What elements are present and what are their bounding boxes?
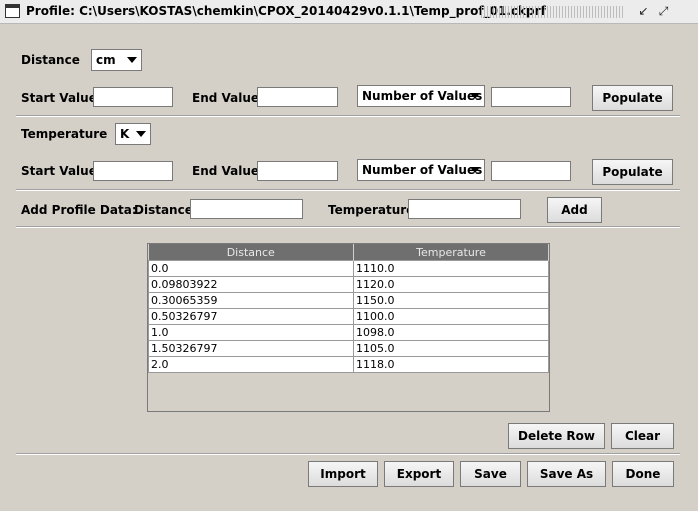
window-icon — [5, 4, 20, 18]
separator — [16, 115, 680, 117]
cell-temperature[interactable]: 1098.0 — [353, 324, 549, 341]
distance-end-label: End Value: — [192, 91, 264, 105]
temperature-unit-value: K — [120, 127, 130, 141]
distance-mode-value: Number of Values — [362, 89, 483, 103]
temperature-start-label: Start Value: — [21, 164, 102, 178]
table-row[interactable]: 2.0 1118.0 — [148, 356, 549, 373]
cell-temperature[interactable]: 1105.0 — [353, 340, 549, 357]
import-button[interactable]: Import — [308, 461, 378, 487]
cell-distance[interactable]: 0.50326797 — [148, 308, 354, 325]
separator — [16, 226, 680, 228]
column-header-distance[interactable]: Distance — [148, 244, 354, 261]
cell-distance[interactable]: 1.0 — [148, 324, 354, 341]
table-row[interactable]: 0.09803922 1120.0 — [148, 276, 549, 293]
table-row[interactable]: 1.0 1098.0 — [148, 324, 549, 341]
table-header-row: Distance Temperature — [148, 244, 549, 261]
maximize-icon[interactable]: ⤢ — [656, 4, 671, 19]
delete-row-button[interactable]: Delete Row — [508, 423, 605, 449]
clear-button[interactable]: Clear — [611, 423, 674, 449]
chevron-down-icon — [470, 93, 480, 99]
cell-distance[interactable]: 0.30065359 — [148, 292, 354, 309]
column-header-temperature[interactable]: Temperature — [353, 244, 549, 261]
title-bar-grip — [480, 6, 625, 18]
distance-mode-dropdown[interactable]: Number of Values — [357, 85, 485, 107]
add-temperature-label: Temperature — [328, 203, 415, 217]
cell-temperature[interactable]: 1118.0 — [353, 356, 549, 373]
chevron-down-icon — [127, 57, 137, 63]
distance-end-input[interactable] — [257, 87, 338, 107]
window-title: Profile: C:\Users\KOSTAS\chemkin\CPOX_20… — [26, 4, 546, 18]
temperature-label: Temperature — [21, 127, 108, 141]
restore-icon[interactable]: ↙ — [636, 4, 651, 19]
temperature-unit-dropdown[interactable]: K — [115, 123, 151, 145]
temperature-mode-dropdown[interactable]: Number of Values — [357, 159, 485, 181]
chevron-down-icon — [470, 167, 480, 173]
cell-temperature[interactable]: 1100.0 — [353, 308, 549, 325]
cell-distance[interactable]: 2.0 — [148, 356, 354, 373]
table-row[interactable]: 1.50326797 1105.0 — [148, 340, 549, 357]
add-temperature-input[interactable] — [408, 199, 521, 219]
distance-unit-dropdown[interactable]: cm — [91, 49, 142, 71]
distance-label: Distance — [21, 53, 80, 67]
distance-populate-button[interactable]: Populate — [592, 85, 673, 111]
separator — [16, 189, 680, 191]
table-row[interactable]: 0.50326797 1100.0 — [148, 308, 549, 325]
cell-distance[interactable]: 0.0 — [148, 260, 354, 277]
title-bar: Profile: C:\Users\KOSTAS\chemkin\CPOX_20… — [0, 0, 698, 24]
table-row[interactable]: 0.0 1110.0 — [148, 260, 549, 277]
distance-count-input[interactable] — [491, 87, 571, 107]
temperature-start-input[interactable] — [93, 161, 173, 181]
profile-table[interactable]: Distance Temperature 0.0 1110.0 0.098039… — [147, 243, 550, 412]
cell-temperature[interactable]: 1150.0 — [353, 292, 549, 309]
table-row[interactable]: 0.30065359 1150.0 — [148, 292, 549, 309]
cell-distance[interactable]: 1.50326797 — [148, 340, 354, 357]
temperature-end-label: End Value: — [192, 164, 264, 178]
separator — [16, 453, 680, 455]
distance-unit-value: cm — [96, 53, 116, 67]
temperature-count-input[interactable] — [491, 161, 571, 181]
distance-start-input[interactable] — [93, 87, 173, 107]
cell-temperature[interactable]: 1120.0 — [353, 276, 549, 293]
temperature-end-input[interactable] — [257, 161, 338, 181]
temperature-populate-button[interactable]: Populate — [592, 159, 673, 185]
save-as-button[interactable]: Save As — [527, 461, 606, 487]
distance-start-label: Start Value: — [21, 91, 102, 105]
add-distance-input[interactable] — [190, 199, 303, 219]
save-button[interactable]: Save — [460, 461, 521, 487]
chevron-down-icon — [136, 131, 146, 137]
cell-distance[interactable]: 0.09803922 — [148, 276, 354, 293]
add-profile-label: Add Profile Data: — [21, 203, 137, 217]
add-button[interactable]: Add — [547, 197, 602, 223]
add-distance-label: Distance — [134, 203, 193, 217]
done-button[interactable]: Done — [612, 461, 674, 487]
cell-temperature[interactable]: 1110.0 — [353, 260, 549, 277]
export-button[interactable]: Export — [384, 461, 454, 487]
temperature-mode-value: Number of Values — [362, 163, 483, 177]
